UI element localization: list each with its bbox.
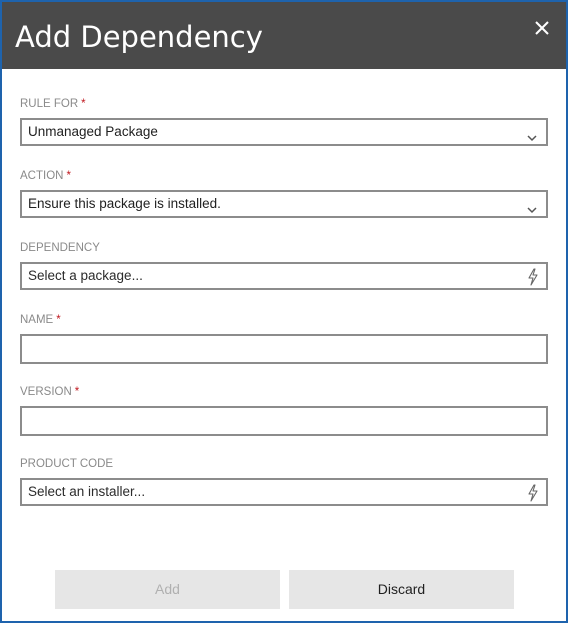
action-field: ACTION * Ensure this package is installed… bbox=[20, 169, 548, 218]
version-field: VERSION * bbox=[20, 385, 548, 436]
name-input[interactable] bbox=[20, 334, 548, 364]
product-code-placeholder: Select an installer... bbox=[28, 484, 146, 499]
dependency-placeholder: Select a package... bbox=[28, 268, 143, 283]
dialog-titlebar: Add Dependency bbox=[2, 2, 566, 69]
close-icon[interactable] bbox=[532, 18, 552, 38]
version-label: VERSION * bbox=[20, 386, 80, 398]
required-marker: * bbox=[74, 386, 80, 398]
dependency-field: DEPENDENCY Select a package... bbox=[20, 241, 548, 290]
rule-for-select[interactable]: Unmanaged Package bbox=[20, 118, 548, 146]
add-dependency-dialog: Add Dependency RULE FOR * Unmanaged Packa… bbox=[0, 0, 568, 623]
version-input[interactable] bbox=[20, 406, 548, 436]
product-code-picker[interactable]: Select an installer... bbox=[20, 478, 548, 506]
action-value: Ensure this package is installed. bbox=[28, 196, 221, 211]
action-select[interactable]: Ensure this package is installed. bbox=[20, 190, 548, 218]
dependency-picker[interactable]: Select a package... bbox=[20, 262, 548, 290]
rule-for-field: RULE FOR * Unmanaged Package bbox=[20, 97, 548, 146]
chevron-down-icon bbox=[526, 199, 538, 214]
name-label: NAME * bbox=[20, 314, 61, 326]
required-marker: * bbox=[56, 314, 61, 326]
required-marker: * bbox=[66, 170, 71, 182]
product-code-field: PRODUCT CODE Select an installer... bbox=[20, 457, 548, 506]
lightning-bolt-icon[interactable] bbox=[526, 268, 540, 286]
dependency-label: DEPENDENCY bbox=[20, 242, 100, 254]
discard-button[interactable]: Discard bbox=[289, 570, 514, 609]
product-code-label: PRODUCT CODE bbox=[20, 458, 114, 470]
add-button[interactable]: Add bbox=[55, 570, 280, 609]
rule-for-value: Unmanaged Package bbox=[28, 124, 158, 139]
rule-for-label: RULE FOR * bbox=[20, 98, 86, 110]
lightning-bolt-icon[interactable] bbox=[526, 484, 540, 502]
chevron-down-icon bbox=[526, 127, 538, 142]
required-marker: * bbox=[81, 98, 86, 110]
name-field: NAME * bbox=[20, 313, 548, 364]
dialog-title: Add Dependency bbox=[15, 20, 263, 54]
action-label: ACTION * bbox=[20, 170, 71, 182]
